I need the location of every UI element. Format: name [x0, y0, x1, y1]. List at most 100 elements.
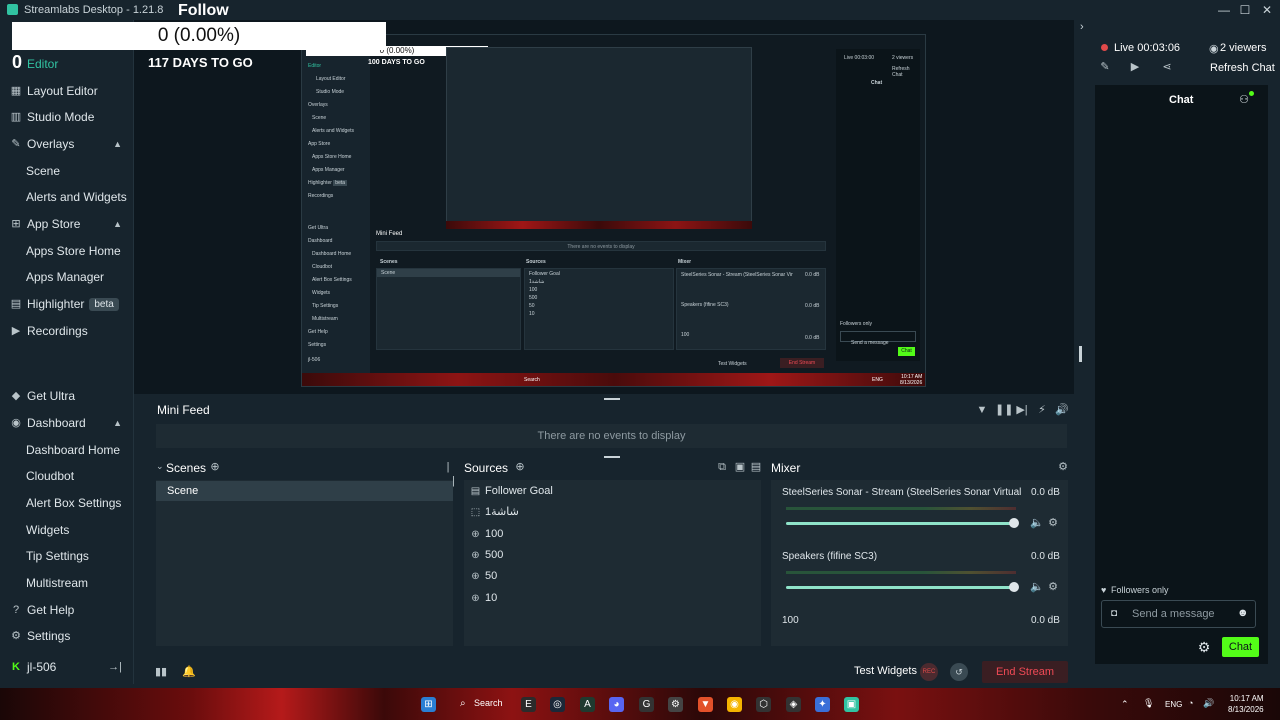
settings-icon[interactable]: ⚙	[668, 697, 683, 712]
volume-icon[interactable]: 🔊	[1055, 403, 1069, 417]
app-icon[interactable]: ⬡	[756, 697, 771, 712]
performance-icon[interactable]: ▮▮	[154, 665, 168, 679]
brave-icon[interactable]: ▼	[698, 697, 713, 712]
preview-sidebar-item: Widgets	[312, 290, 331, 296]
source-item[interactable]: ⬚ شاشة1	[470, 505, 519, 519]
screen-capture-icon: ⬚	[470, 506, 481, 518]
app-icon[interactable]: ✦	[815, 697, 830, 712]
preview-sidebar-item: Tip Settings	[312, 303, 339, 309]
sidebar-item-overlays[interactable]: ✎ Overlays ▲	[0, 132, 134, 156]
sidebar-item-cloudbot[interactable]: Cloudbot	[0, 464, 134, 488]
sidebar-item-get-ultra[interactable]: ◆ Get Ultra	[0, 384, 134, 408]
language-indicator[interactable]: ENG	[1165, 700, 1182, 709]
resize-handle[interactable]	[604, 456, 620, 458]
source-item[interactable]: ⊕ 500	[470, 548, 503, 562]
mute-alerts-icon[interactable]: ⚡	[1035, 403, 1049, 417]
steam-icon[interactable]: ◎	[550, 697, 565, 712]
sidebar-item-settings[interactable]: ⚙ Settings	[0, 624, 134, 648]
sidebar-item-recordings[interactable]: ▶ Recordings	[0, 319, 134, 343]
channel-settings-icon[interactable]: ⚙	[1046, 580, 1060, 594]
refresh-chat-button[interactable]: Refresh Chat	[1210, 62, 1275, 74]
source-item-label: 100	[485, 528, 504, 540]
source-item[interactable]: ⊕ 100	[470, 527, 503, 541]
streamlabs-icon[interactable]: ▣	[844, 697, 859, 712]
source-item-label: Follower Goal	[485, 485, 553, 497]
sidebar-user[interactable]: Kjl-506 →|	[0, 655, 134, 679]
app-icon[interactable]: ◈	[786, 697, 801, 712]
sidebar-item-studio-mode[interactable]: ▥ Studio Mode	[0, 105, 134, 129]
app-icon[interactable]: G	[639, 697, 654, 712]
emoji-icon[interactable]: ☻	[1237, 607, 1249, 619]
scene-transitions-icon[interactable]: |↔|	[441, 460, 455, 487]
sidebar-item-tip-settings[interactable]: Tip Settings	[0, 544, 134, 568]
speaker-icon[interactable]: 🔈	[1030, 580, 1044, 594]
sidebar-item-dashboard-home[interactable]: Dashboard Home	[0, 438, 134, 462]
epic-games-icon[interactable]: E	[521, 697, 536, 712]
network-icon[interactable]: ◔	[1188, 698, 1193, 708]
sidebar-item-multistream[interactable]: Multistream	[0, 571, 134, 595]
pause-icon[interactable]: ❚❚	[995, 403, 1013, 417]
filter-icon[interactable]: ▼	[975, 403, 989, 417]
source-folder-icon[interactable]: ▣	[733, 460, 747, 474]
app-icon[interactable]: A	[580, 697, 595, 712]
volume-slider[interactable]	[786, 522, 1014, 525]
sidebar-item-apps-manager[interactable]: Apps Manager	[0, 265, 134, 289]
sidebar-item-alerts-widgets[interactable]: Alerts and Widgets	[0, 185, 134, 209]
source-item[interactable]: ⊕ 10	[470, 591, 497, 605]
volume-slider-knob[interactable]	[1009, 518, 1019, 528]
chevron-down-icon[interactable]: ⌄	[156, 461, 164, 472]
scene-item[interactable]: Scene	[156, 481, 453, 501]
microphone-icon[interactable]: 🎙	[1143, 698, 1154, 709]
sidebar-item-widgets[interactable]: Widgets	[0, 518, 134, 542]
discord-icon[interactable]: ◕	[609, 697, 624, 712]
source-item[interactable]: ⊕ 50	[470, 569, 497, 583]
notifications-icon[interactable]: 🔔	[182, 665, 196, 679]
chevron-up-icon[interactable]: ⌃	[1121, 699, 1129, 710]
sidebar-item-apps-store-home[interactable]: Apps Store Home	[0, 239, 134, 263]
send-chat-button[interactable]: Chat	[1222, 637, 1259, 657]
clip-icon[interactable]: ▶	[1128, 60, 1142, 74]
logout-icon[interactable]: →|	[108, 661, 122, 673]
resize-handle[interactable]	[604, 398, 620, 400]
sidebar-item-scene[interactable]: Scene	[0, 159, 134, 183]
sidebar-item-app-store[interactable]: ⊞ App Store ▲	[0, 212, 134, 236]
share-icon[interactable]: ⋖	[1160, 60, 1174, 74]
speaker-icon[interactable]: 🔈	[1030, 516, 1044, 530]
sidebar-item-alert-box-settings[interactable]: Alert Box Settings	[0, 491, 134, 515]
preview-sidebar-item: Dashboard	[308, 238, 333, 244]
taskbar-clock[interactable]: 10:17 AM 8/13/2026	[1228, 693, 1264, 715]
resize-handle[interactable]	[1079, 346, 1082, 362]
chevron-right-icon[interactable]: ›	[1080, 21, 1084, 33]
record-button[interactable]: REC	[920, 663, 938, 681]
maximize-icon[interactable]: ☐	[1235, 2, 1255, 18]
send-message-input[interactable]: Send a message	[1101, 600, 1256, 628]
add-scene-icon[interactable]: ⊕	[208, 460, 222, 474]
close-icon[interactable]: ✕	[1257, 2, 1277, 18]
add-source-icon[interactable]: ⊕	[513, 460, 527, 474]
volume-icon[interactable]: 🔊	[1203, 698, 1214, 709]
end-stream-button[interactable]: End Stream	[982, 661, 1068, 683]
source-properties-icon[interactable]: ▤	[749, 460, 763, 474]
replay-buffer-icon[interactable]: ↺	[950, 663, 968, 681]
source-group-icon[interactable]: ⧉	[715, 460, 729, 474]
test-widgets-button[interactable]: Test Widgets	[854, 665, 917, 677]
chrome-icon[interactable]: ◉	[727, 697, 742, 712]
mixer-channel-db: 0.0 dB	[1031, 615, 1060, 626]
minimize-icon[interactable]: —	[1214, 2, 1234, 18]
stream-preview[interactable]: Editor Layout Editor Studio Mode Overlay…	[301, 34, 926, 387]
sidebar-item-get-help[interactable]: ? Get Help	[0, 598, 134, 622]
sidebar-item-dashboard[interactable]: ◉ Dashboard ▲	[0, 411, 134, 435]
sidebar-item-highlighter[interactable]: ▤ Highlighter beta	[0, 292, 134, 316]
skip-icon[interactable]: ▶|	[1015, 403, 1029, 417]
taskbar-search[interactable]: Search	[474, 698, 503, 708]
sidebar-item-layout-editor[interactable]: ▦ Layout Editor	[0, 79, 134, 103]
chat-settings-icon[interactable]: ⚙	[1197, 640, 1211, 654]
mixer-settings-icon[interactable]: ⚙	[1056, 460, 1070, 474]
preview-nested-preview	[446, 47, 752, 227]
volume-slider[interactable]	[786, 586, 1014, 589]
channel-settings-icon[interactable]: ⚙	[1046, 516, 1060, 530]
source-item[interactable]: ▤ Follower Goal	[470, 484, 553, 498]
volume-slider-knob[interactable]	[1009, 582, 1019, 592]
edit-stream-info-icon[interactable]: ✎	[1098, 60, 1112, 74]
windows-start-icon[interactable]: ⊞	[421, 697, 436, 712]
